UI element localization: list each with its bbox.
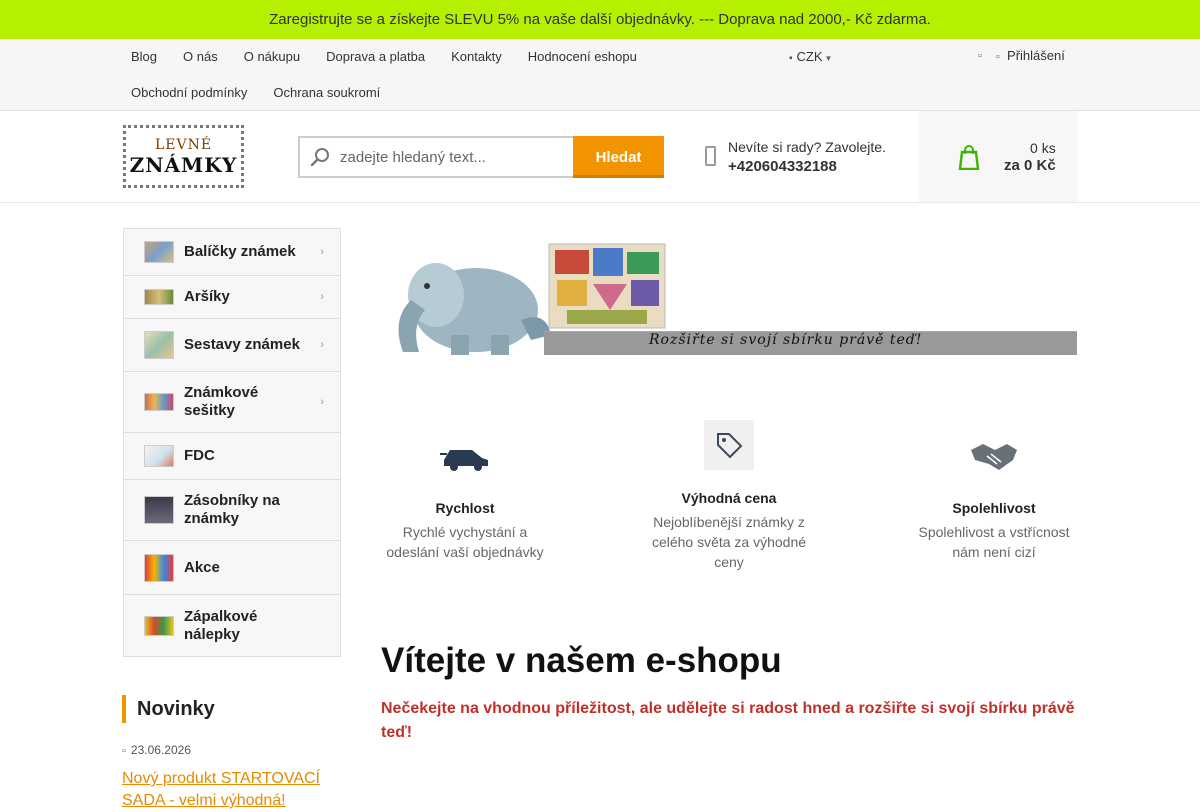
page-title: Vítejte v našem e-shopu bbox=[381, 641, 782, 680]
feature-title: Spolehlivost bbox=[952, 500, 1036, 516]
chevron-right-icon: › bbox=[320, 246, 324, 258]
category-label: Aršíky bbox=[184, 288, 230, 305]
feature-description: Spolehlivost a vstřícnost nám není cizí bbox=[918, 524, 1070, 560]
category-item-matchbox-labels[interactable]: Zápalkové nálepky bbox=[124, 595, 340, 656]
feature-description: Nejoblíbenější známky z celého světa za … bbox=[651, 514, 807, 570]
nav-link-shopping[interactable]: O nákupu bbox=[231, 39, 313, 75]
cart-count: 0 ks bbox=[1030, 139, 1056, 156]
chevron-right-icon: › bbox=[320, 291, 324, 303]
feature-reliability: Spolehlivost Spolehlivost a vstřícnost n… bbox=[904, 430, 1084, 562]
nav-link-shipping[interactable]: Doprava a platba bbox=[313, 39, 438, 75]
category-menu: Balíčky známek › Aršíky › Sestavy známek… bbox=[123, 228, 341, 657]
category-label: FDC bbox=[184, 447, 215, 464]
search-input[interactable] bbox=[340, 138, 570, 176]
nav-link-about[interactable]: O nás bbox=[170, 39, 231, 75]
category-item-sheets[interactable]: Aršíky › bbox=[124, 276, 340, 319]
nav-link-terms[interactable]: Obchodní podmínky bbox=[118, 75, 260, 111]
feature-title: Výhodná cena bbox=[681, 490, 777, 506]
cart-total: za 0 Kč bbox=[1004, 156, 1056, 174]
cart-summary: 0 ks za 0 Kč bbox=[1004, 139, 1056, 175]
category-thumbnail bbox=[144, 553, 174, 582]
site-logo[interactable]: LEVNÉ ZNÁMKY bbox=[123, 125, 244, 188]
feature-price: Výhodná cena Nejoblíbenější známky z cel… bbox=[639, 420, 819, 572]
news-date-text: 23.06.2026 bbox=[130, 743, 191, 757]
user-area: ▫ ▫ Přihlášení bbox=[978, 48, 1065, 63]
phone-prompt: Nevíte si rady? Zavolejte. bbox=[728, 139, 886, 155]
stamps-illustration bbox=[548, 243, 666, 329]
search-icon bbox=[310, 148, 329, 167]
feature-description: Rychlé vychystání a odeslání vaší objedn… bbox=[386, 524, 544, 560]
header: LEVNÉ ZNÁMKY Hledat Nevíte si rady? Zavo… bbox=[0, 111, 1200, 203]
feature-title: Rychlost bbox=[435, 500, 495, 516]
welcome-subtitle: Nečekejte na vhodnou příležitost, ale ud… bbox=[381, 700, 1075, 741]
search-box bbox=[298, 136, 573, 178]
logo-line-1: LEVNÉ bbox=[154, 136, 213, 153]
nav-link-contacts[interactable]: Kontakty bbox=[438, 39, 515, 75]
category-label: Sestavy známek bbox=[184, 336, 300, 353]
news-heading: Novinky bbox=[122, 695, 215, 723]
category-thumbnail bbox=[144, 445, 174, 467]
nav-link-privacy[interactable]: Ochrana soukromí bbox=[260, 75, 393, 111]
category-item-booklets[interactable]: Známkové sešitky › bbox=[124, 372, 340, 433]
search-form: Hledat bbox=[298, 136, 664, 178]
price-tag-icon bbox=[704, 420, 754, 470]
chevron-right-icon: › bbox=[320, 339, 324, 351]
category-thumbnail bbox=[144, 289, 174, 305]
category-label: Zásobníky na známky bbox=[184, 492, 280, 527]
category-thumbnail bbox=[144, 241, 174, 263]
user-icon: ▫ bbox=[995, 51, 1000, 63]
promo-bar: Zaregistrujte se a získejte SLEVU 5% na … bbox=[0, 0, 1200, 39]
category-label: Zápalkové nálepky bbox=[184, 607, 258, 643]
category-thumbnail bbox=[144, 393, 174, 411]
hero-banner[interactable]: Rozšiřte si svojí sbírku právě teď! bbox=[381, 240, 1078, 356]
chevron-down-icon: ▼ bbox=[824, 54, 833, 63]
phone-number[interactable]: +420604332188 bbox=[728, 158, 886, 175]
category-item-sets[interactable]: Sestavy známek › bbox=[124, 319, 340, 372]
logo-line-2: ZNÁMKY bbox=[129, 152, 238, 177]
category-label: Balíčky známek bbox=[184, 243, 296, 260]
category-thumbnail bbox=[144, 496, 174, 524]
category-label: Akce bbox=[184, 558, 220, 576]
search-button[interactable]: Hledat bbox=[573, 136, 664, 178]
banner-tagline: Rozšiřte si svojí sbírku právě teď! bbox=[649, 332, 923, 348]
currency-icon: ▪ bbox=[789, 53, 793, 64]
feature-speed: Rychlost Rychlé vychystání a odeslání va… bbox=[375, 430, 555, 562]
features-section: Rychlost Rychlé vychystání a odeslání va… bbox=[381, 410, 1078, 590]
category-thumbnail bbox=[144, 331, 174, 359]
news-article-link[interactable]: Nový produkt STARTOVACÍ SADA - velmi výh… bbox=[122, 768, 347, 812]
chevron-right-icon: › bbox=[320, 396, 324, 408]
currency-label: CZK bbox=[796, 49, 823, 64]
category-item-sale[interactable]: Akce bbox=[124, 541, 340, 595]
top-nav-links: Blog O nás O nákupu Doprava a platba Kon… bbox=[118, 39, 758, 111]
promo-text: Zaregistrujte se a získejte SLEVU 5% na … bbox=[269, 11, 931, 28]
compare-icon[interactable]: ▫ bbox=[978, 50, 982, 62]
cart-button[interactable]: 0 ks za 0 Kč bbox=[918, 111, 1078, 202]
category-item-fdc[interactable]: FDC bbox=[124, 433, 340, 480]
news-date: ▫ 23.06.2026 bbox=[122, 743, 191, 757]
car-icon bbox=[440, 450, 488, 471]
top-navigation: Blog O nás O nákupu Doprava a platba Kon… bbox=[0, 39, 1200, 111]
login-label: Přihlášení bbox=[1007, 48, 1065, 63]
category-label: Známkové sešitky bbox=[184, 384, 259, 419]
handshake-icon bbox=[971, 444, 1017, 470]
category-item-packs[interactable]: Balíčky známek › bbox=[124, 229, 340, 276]
nav-link-reviews[interactable]: Hodnocení eshopu bbox=[515, 39, 650, 75]
elephant-illustration bbox=[398, 263, 551, 355]
category-item-stockbooks[interactable]: Zásobníky na známky bbox=[124, 480, 340, 541]
login-link[interactable]: ▫ Přihlášení bbox=[996, 48, 1065, 63]
phone-icon bbox=[705, 146, 716, 166]
currency-selector[interactable]: ▪ CZK ▼ bbox=[789, 49, 832, 64]
category-thumbnail bbox=[144, 615, 174, 636]
phone-contact: Nevíte si rady? Zavolejte. +420604332188 bbox=[705, 137, 886, 175]
cart-icon bbox=[958, 144, 980, 170]
calendar-icon: ▫ bbox=[122, 745, 126, 757]
nav-link-blog[interactable]: Blog bbox=[118, 39, 170, 75]
